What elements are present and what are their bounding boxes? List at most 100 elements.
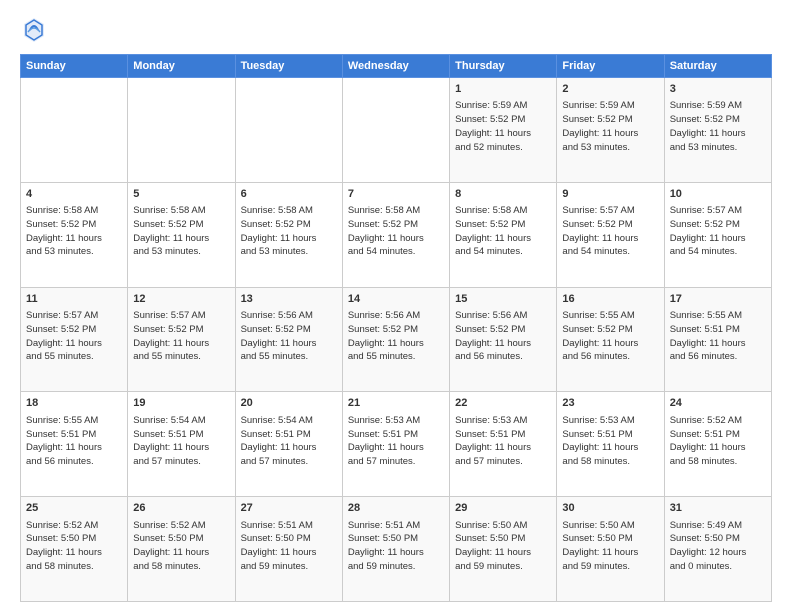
day-info: Sunrise: 5:49 AM Sunset: 5:50 PM Dayligh… [670,519,766,574]
day-number: 24 [670,396,766,411]
day-number: 28 [348,501,444,516]
day-cell: 26 Sunrise: 5:52 AM Sunset: 5:50 PM Dayli… [128,497,235,602]
day-info: Sunrise: 5:51 AM Sunset: 5:50 PM Dayligh… [241,519,337,574]
day-cell: 7 Sunrise: 5:58 AM Sunset: 5:52 PM Daylig… [342,182,449,287]
page: SundayMondayTuesdayWednesdayThursdayFrid… [0,0,792,612]
day-number: 1 [455,82,551,97]
day-info: Sunrise: 5:54 AM Sunset: 5:51 PM Dayligh… [133,414,229,469]
day-number: 25 [26,501,122,516]
day-number: 27 [241,501,337,516]
week-row-2: 4 Sunrise: 5:58 AM Sunset: 5:52 PM Daylig… [21,182,772,287]
weekday-saturday: Saturday [664,55,771,78]
day-cell: 16 Sunrise: 5:55 AM Sunset: 5:52 PM Dayli… [557,287,664,392]
day-info: Sunrise: 5:57 AM Sunset: 5:52 PM Dayligh… [562,204,658,259]
day-info: Sunrise: 5:59 AM Sunset: 5:52 PM Dayligh… [562,99,658,154]
day-number: 7 [348,187,444,202]
day-number: 18 [26,396,122,411]
day-cell [342,78,449,183]
day-cell: 2 Sunrise: 5:59 AM Sunset: 5:52 PM Daylig… [557,78,664,183]
week-row-5: 25 Sunrise: 5:52 AM Sunset: 5:50 PM Dayli… [21,497,772,602]
day-number: 19 [133,396,229,411]
day-info: Sunrise: 5:53 AM Sunset: 5:51 PM Dayligh… [348,414,444,469]
day-number: 20 [241,396,337,411]
day-info: Sunrise: 5:55 AM Sunset: 5:52 PM Dayligh… [562,309,658,364]
day-cell: 10Sunrise: 5:57 AM Sunset: 5:52 PM Dayli… [664,182,771,287]
day-number: 15 [455,292,551,307]
day-number: 22 [455,396,551,411]
day-info: Sunrise: 5:52 AM Sunset: 5:50 PM Dayligh… [26,519,122,574]
day-number: 23 [562,396,658,411]
weekday-thursday: Thursday [450,55,557,78]
day-info: Sunrise: 5:50 AM Sunset: 5:50 PM Dayligh… [562,519,658,574]
day-number: 17 [670,292,766,307]
week-row-3: 11Sunrise: 5:57 AM Sunset: 5:52 PM Dayli… [21,287,772,392]
day-cell: 11Sunrise: 5:57 AM Sunset: 5:52 PM Dayli… [21,287,128,392]
day-number: 6 [241,187,337,202]
day-info: Sunrise: 5:52 AM Sunset: 5:51 PM Dayligh… [670,414,766,469]
day-number: 14 [348,292,444,307]
day-info: Sunrise: 5:56 AM Sunset: 5:52 PM Dayligh… [241,309,337,364]
day-info: Sunrise: 5:52 AM Sunset: 5:50 PM Dayligh… [133,519,229,574]
day-number: 2 [562,82,658,97]
weekday-wednesday: Wednesday [342,55,449,78]
day-cell: 27 Sunrise: 5:51 AM Sunset: 5:50 PM Dayli… [235,497,342,602]
header [20,16,772,44]
day-number: 10 [670,187,766,202]
day-cell: 8Sunrise: 5:58 AM Sunset: 5:52 PM Daylig… [450,182,557,287]
weekday-tuesday: Tuesday [235,55,342,78]
day-info: Sunrise: 5:53 AM Sunset: 5:51 PM Dayligh… [455,414,551,469]
weekday-sunday: Sunday [21,55,128,78]
day-number: 29 [455,501,551,516]
weekday-monday: Monday [128,55,235,78]
day-info: Sunrise: 5:58 AM Sunset: 5:52 PM Dayligh… [26,204,122,259]
day-number: 13 [241,292,337,307]
day-cell [128,78,235,183]
day-cell: 20 Sunrise: 5:54 AM Sunset: 5:51 PM Dayli… [235,392,342,497]
day-number: 4 [26,187,122,202]
day-number: 5 [133,187,229,202]
day-info: Sunrise: 5:54 AM Sunset: 5:51 PM Dayligh… [241,414,337,469]
day-cell: 1 Sunrise: 5:59 AM Sunset: 5:52 PM Daylig… [450,78,557,183]
day-info: Sunrise: 5:53 AM Sunset: 5:51 PM Dayligh… [562,414,658,469]
day-info: Sunrise: 5:58 AM Sunset: 5:52 PM Dayligh… [348,204,444,259]
day-info: Sunrise: 5:55 AM Sunset: 5:51 PM Dayligh… [26,414,122,469]
day-number: 26 [133,501,229,516]
day-number: 30 [562,501,658,516]
day-info: Sunrise: 5:56 AM Sunset: 5:52 PM Dayligh… [348,309,444,364]
day-cell: 19 Sunrise: 5:54 AM Sunset: 5:51 PM Dayli… [128,392,235,497]
day-number: 12 [133,292,229,307]
day-cell: 24 Sunrise: 5:52 AM Sunset: 5:51 PM Dayli… [664,392,771,497]
day-info: Sunrise: 5:56 AM Sunset: 5:52 PM Dayligh… [455,309,551,364]
day-cell [235,78,342,183]
day-info: Sunrise: 5:59 AM Sunset: 5:52 PM Dayligh… [670,99,766,154]
day-cell: 25 Sunrise: 5:52 AM Sunset: 5:50 PM Dayli… [21,497,128,602]
day-info: Sunrise: 5:55 AM Sunset: 5:51 PM Dayligh… [670,309,766,364]
day-info: Sunrise: 5:50 AM Sunset: 5:50 PM Dayligh… [455,519,551,574]
day-cell: 31 Sunrise: 5:49 AM Sunset: 5:50 PM Dayli… [664,497,771,602]
day-cell: 4 Sunrise: 5:58 AM Sunset: 5:52 PM Daylig… [21,182,128,287]
day-number: 16 [562,292,658,307]
day-cell: 29 Sunrise: 5:50 AM Sunset: 5:50 PM Dayli… [450,497,557,602]
day-cell: 6Sunrise: 5:58 AM Sunset: 5:52 PM Daylig… [235,182,342,287]
day-number: 9 [562,187,658,202]
day-cell: 22 Sunrise: 5:53 AM Sunset: 5:51 PM Dayli… [450,392,557,497]
weekday-header-row: SundayMondayTuesdayWednesdayThursdayFrid… [21,55,772,78]
day-number: 31 [670,501,766,516]
logo [20,16,54,44]
day-cell: 28 Sunrise: 5:51 AM Sunset: 5:50 PM Dayli… [342,497,449,602]
day-cell: 18 Sunrise: 5:55 AM Sunset: 5:51 PM Dayli… [21,392,128,497]
day-cell: 14 Sunrise: 5:56 AM Sunset: 5:52 PM Dayli… [342,287,449,392]
day-cell: 12Sunrise: 5:57 AM Sunset: 5:52 PM Dayli… [128,287,235,392]
day-cell: 15 Sunrise: 5:56 AM Sunset: 5:52 PM Dayli… [450,287,557,392]
day-cell [21,78,128,183]
day-info: Sunrise: 5:58 AM Sunset: 5:52 PM Dayligh… [455,204,551,259]
weekday-friday: Friday [557,55,664,78]
week-row-1: 1 Sunrise: 5:59 AM Sunset: 5:52 PM Daylig… [21,78,772,183]
day-number: 21 [348,396,444,411]
day-info: Sunrise: 5:59 AM Sunset: 5:52 PM Dayligh… [455,99,551,154]
day-cell: 3Sunrise: 5:59 AM Sunset: 5:52 PM Daylig… [664,78,771,183]
day-cell: 13 Sunrise: 5:56 AM Sunset: 5:52 PM Dayli… [235,287,342,392]
day-cell: 30 Sunrise: 5:50 AM Sunset: 5:50 PM Dayli… [557,497,664,602]
day-cell: 23 Sunrise: 5:53 AM Sunset: 5:51 PM Dayli… [557,392,664,497]
day-info: Sunrise: 5:51 AM Sunset: 5:50 PM Dayligh… [348,519,444,574]
